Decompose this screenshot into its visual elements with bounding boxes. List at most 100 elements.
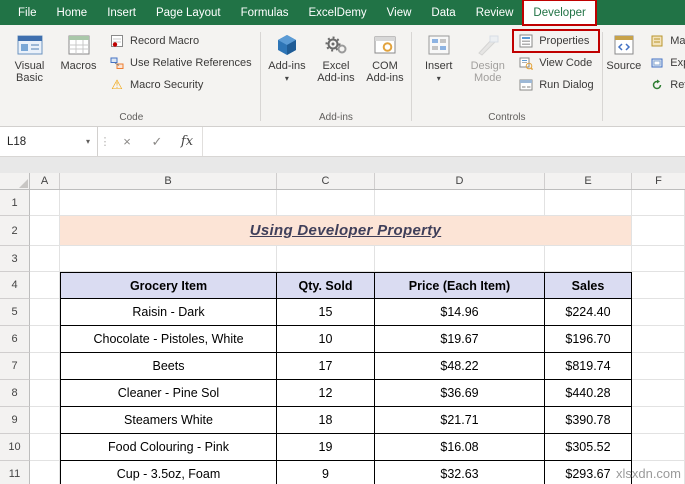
cell[interactable]: $21.71 — [375, 407, 545, 434]
column-header-f[interactable]: F — [632, 173, 685, 189]
row-header[interactable]: 3 — [0, 246, 30, 272]
row-header[interactable]: 7 — [0, 353, 30, 380]
cell[interactable] — [375, 190, 545, 216]
cell[interactable] — [30, 216, 60, 246]
column-header-a[interactable]: A — [30, 173, 60, 189]
cell[interactable] — [30, 299, 60, 326]
cell[interactable] — [632, 190, 685, 216]
use-relative-references-button[interactable]: Use Relative References — [104, 52, 257, 74]
cell[interactable] — [60, 190, 277, 216]
cell[interactable]: 17 — [277, 353, 375, 380]
cell[interactable]: $390.78 — [545, 407, 632, 434]
cell[interactable] — [545, 246, 632, 272]
cell[interactable] — [277, 246, 375, 272]
macros-button[interactable]: Macros — [55, 29, 102, 74]
cell[interactable]: Raisin - Dark — [60, 299, 277, 326]
cell[interactable]: $819.74 — [545, 353, 632, 380]
cell[interactable] — [30, 190, 60, 216]
row-header[interactable]: 11 — [0, 461, 30, 484]
formula-input[interactable] — [202, 127, 685, 156]
visual-basic-button[interactable]: Visual Basic — [6, 29, 53, 86]
cell[interactable]: 12 — [277, 380, 375, 407]
cell[interactable] — [30, 461, 60, 484]
insert-control-button[interactable]: Insert ▾ — [415, 29, 462, 84]
row-header[interactable]: 1 — [0, 190, 30, 216]
cell[interactable] — [30, 272, 60, 299]
select-all-corner[interactable] — [0, 173, 30, 189]
refresh-data-button[interactable]: Ref — [644, 74, 685, 96]
cell[interactable] — [632, 246, 685, 272]
cell[interactable] — [30, 353, 60, 380]
cell[interactable] — [30, 434, 60, 461]
cell[interactable] — [632, 380, 685, 407]
source-button[interactable]: Source — [605, 29, 642, 74]
cancel-icon[interactable]: × — [112, 127, 142, 156]
row-header[interactable]: 8 — [0, 380, 30, 407]
cell[interactable]: $32.63 — [375, 461, 545, 484]
cell[interactable]: Food Colouring - Pink — [60, 434, 277, 461]
cell[interactable] — [30, 326, 60, 353]
tab-exceldemy[interactable]: ExcelDemy — [299, 0, 377, 25]
properties-button[interactable]: Properties — [512, 29, 600, 53]
column-header-c[interactable]: C — [277, 173, 375, 189]
tab-data[interactable]: Data — [421, 0, 465, 25]
cell[interactable]: Cup - 3.5oz, Foam — [60, 461, 277, 484]
column-header-b[interactable]: B — [60, 173, 277, 189]
tab-insert[interactable]: Insert — [97, 0, 146, 25]
macro-security-button[interactable]: ⚠ Macro Security — [104, 74, 257, 96]
table-header-cell[interactable]: Qty. Sold — [277, 272, 375, 299]
cell[interactable] — [375, 246, 545, 272]
com-add-ins-button[interactable]: COM Add-ins — [361, 29, 408, 86]
tab-view[interactable]: View — [377, 0, 422, 25]
row-header[interactable]: 6 — [0, 326, 30, 353]
cell[interactable]: 10 — [277, 326, 375, 353]
cell[interactable]: $14.96 — [375, 299, 545, 326]
design-mode-button[interactable]: Design Mode — [464, 29, 511, 86]
cell[interactable] — [632, 326, 685, 353]
tab-developer[interactable]: Developer — [522, 0, 597, 26]
cell[interactable]: $19.67 — [375, 326, 545, 353]
tab-page-layout[interactable]: Page Layout — [146, 0, 231, 25]
cell[interactable]: 19 — [277, 434, 375, 461]
cell[interactable]: $305.52 — [545, 434, 632, 461]
cell[interactable] — [277, 190, 375, 216]
cell[interactable]: 9 — [277, 461, 375, 484]
name-box-dropdown-icon[interactable]: ▾ — [86, 137, 90, 146]
view-code-button[interactable]: View Code — [513, 52, 598, 74]
cell[interactable]: Beets — [60, 353, 277, 380]
row-header[interactable]: 9 — [0, 407, 30, 434]
run-dialog-button[interactable]: Run Dialog — [513, 74, 598, 96]
tab-home[interactable]: Home — [47, 0, 98, 25]
cell[interactable]: $48.22 — [375, 353, 545, 380]
row-header[interactable]: 10 — [0, 434, 30, 461]
row-header[interactable]: 4 — [0, 272, 30, 299]
cell[interactable]: $440.28 — [545, 380, 632, 407]
add-ins-button[interactable]: Add-ins ▾ — [263, 29, 310, 84]
cell[interactable] — [632, 434, 685, 461]
column-header-d[interactable]: D — [375, 173, 545, 189]
cell[interactable] — [632, 299, 685, 326]
tab-review[interactable]: Review — [466, 0, 524, 25]
name-box[interactable]: L18 ▾ — [0, 127, 98, 156]
table-header-cell[interactable]: Price (Each Item) — [375, 272, 545, 299]
cell[interactable]: 18 — [277, 407, 375, 434]
insert-function-icon[interactable]: fx — [172, 127, 202, 156]
tab-file[interactable]: File — [8, 0, 47, 25]
cell[interactable] — [60, 246, 277, 272]
table-header-cell[interactable]: Sales — [545, 272, 632, 299]
cell[interactable] — [632, 407, 685, 434]
cell[interactable]: 15 — [277, 299, 375, 326]
cell[interactable] — [632, 216, 685, 246]
cell[interactable]: Chocolate - Pistoles, White — [60, 326, 277, 353]
cell[interactable]: $224.40 — [545, 299, 632, 326]
excel-add-ins-button[interactable]: Excel Add-ins — [312, 29, 359, 86]
map-properties-button[interactable]: Map — [644, 30, 685, 52]
cell[interactable]: $36.69 — [375, 380, 545, 407]
cell[interactable] — [632, 272, 685, 299]
row-header[interactable]: 2 — [0, 216, 30, 246]
cell[interactable] — [545, 190, 632, 216]
cell[interactable] — [632, 353, 685, 380]
cell[interactable]: $196.70 — [545, 326, 632, 353]
cell[interactable]: $16.08 — [375, 434, 545, 461]
record-macro-button[interactable]: Record Macro — [104, 30, 257, 52]
